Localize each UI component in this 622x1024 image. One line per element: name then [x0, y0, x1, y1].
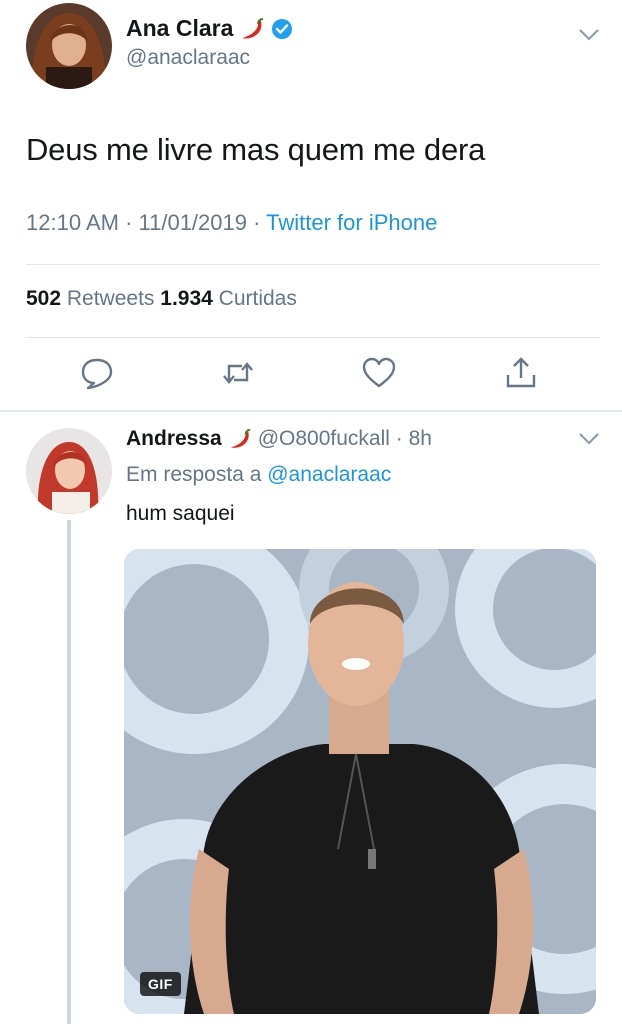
gif-badge: GIF	[140, 972, 181, 996]
share-button[interactable]	[503, 355, 539, 391]
tweet-stats: 502 Retweets 1.934 Curtidas	[26, 287, 297, 311]
thread-line	[67, 520, 71, 1024]
reply-media-gif[interactable]: GIF	[124, 549, 596, 1014]
in-reply-to-mention[interactable]: @anaclaraac	[267, 463, 391, 486]
chili-pepper-icon	[239, 16, 265, 42]
display-name[interactable]: Ana Clara	[126, 15, 233, 42]
tweet-text: Deus me livre mas quem me dera	[26, 132, 486, 167]
retweet-icon	[223, 362, 253, 384]
avatar[interactable]	[26, 3, 112, 89]
divider	[26, 337, 600, 338]
likes-label[interactable]: Curtidas	[213, 287, 297, 310]
reply-handle-time[interactable]: @O800fuckall · 8h	[258, 427, 432, 451]
tweet-source-link[interactable]: Twitter for iPhone	[266, 210, 437, 235]
reply-text: hum saquei	[126, 502, 235, 525]
tweet-meta: 12:10 AM · 11/01/2019 · Twitter for iPho…	[26, 210, 437, 236]
heart-icon	[362, 357, 396, 388]
chevron-down-icon[interactable]	[578, 28, 600, 42]
reply-avatar[interactable]	[26, 428, 112, 514]
retweets-count[interactable]: 502	[26, 287, 61, 310]
verified-badge-icon	[271, 18, 293, 40]
in-reply-to: Em resposta a @anaclaraac	[126, 463, 391, 487]
gif-thumbnail	[124, 549, 596, 1014]
like-button[interactable]	[361, 355, 397, 391]
author-handle[interactable]: @anaclaraac	[126, 46, 250, 70]
tweet-timestamp: 12:10 AM · 11/01/2019 ·	[26, 210, 267, 235]
likes-count[interactable]: 1.934	[160, 287, 213, 310]
retweet-button[interactable]	[220, 355, 256, 391]
retweets-label[interactable]: Retweets	[61, 287, 160, 310]
reply-button[interactable]	[79, 355, 115, 391]
reply-display-name[interactable]: Andressa	[126, 427, 222, 451]
in-reply-to-prefix: Em resposta a	[126, 463, 268, 486]
chili-pepper-icon	[228, 427, 252, 451]
section-divider	[0, 410, 622, 412]
speech-bubble-icon	[81, 358, 113, 390]
divider	[26, 264, 600, 265]
reply-header: Andressa @O800fuckall · 8h	[126, 427, 432, 451]
author-name-row: Ana Clara	[126, 15, 293, 42]
chevron-down-icon[interactable]	[578, 432, 600, 446]
share-icon	[506, 357, 536, 388]
